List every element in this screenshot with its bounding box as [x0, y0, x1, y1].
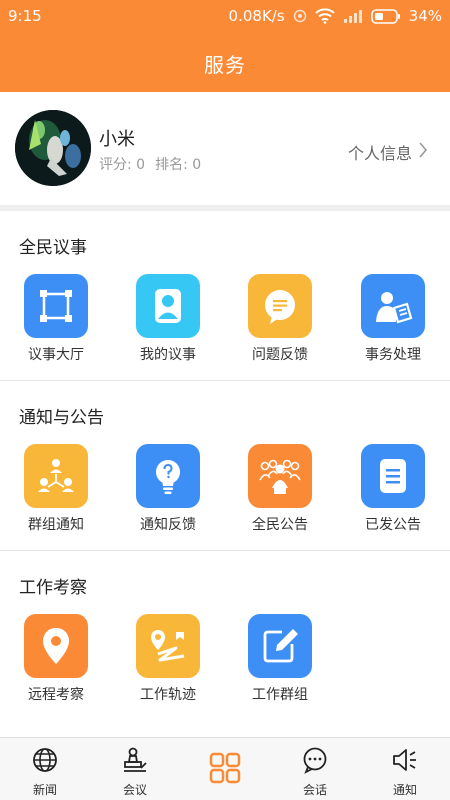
tile-label: 事务处理: [365, 347, 421, 363]
chat-bubble-icon: [303, 747, 327, 774]
battery-icon: [370, 8, 401, 24]
tile-label: 问题反馈: [252, 347, 308, 363]
tile-public-notice[interactable]: 全民公告: [230, 444, 330, 534]
route-icon: [136, 614, 200, 678]
document-icon: [361, 444, 425, 508]
tab-services[interactable]: [180, 738, 270, 800]
tile-label: 通知反馈: [140, 517, 196, 533]
tile-label: 工作群组: [252, 687, 308, 703]
user-score: 评分: 0: [99, 157, 146, 173]
tile-label: 工作轨迹: [140, 687, 196, 703]
lightbulb-question-icon: [136, 444, 200, 508]
section-title: 工作考察: [19, 578, 87, 598]
app-header: 9:15 0.08K/s 34% 服务: [0, 0, 450, 92]
tile-label: 已发公告: [365, 517, 421, 533]
user-rank: 排名: 0: [155, 157, 202, 173]
message-icon: [248, 274, 312, 338]
personal-info-link[interactable]: 个人信息: [348, 140, 428, 164]
bottom-tab-bar: 新闻 会议 会话 通知: [0, 737, 450, 800]
section-title: 全民议事: [19, 238, 87, 258]
tile-work-group[interactable]: 工作群组: [230, 614, 330, 704]
tab-label: 会议: [122, 783, 147, 797]
user-stats: 评分: 0 排名: 0: [99, 154, 211, 174]
sync-icon: [293, 9, 307, 23]
tile-discussion-hall[interactable]: 议事大厅: [6, 274, 106, 364]
network-speed: 0.08K/s: [228, 7, 285, 25]
person-icon: [136, 274, 200, 338]
tile-work-track[interactable]: 工作轨迹: [118, 614, 218, 704]
tab-news[interactable]: 新闻: [0, 738, 90, 800]
edit-icon: [248, 614, 312, 678]
globe-icon: [33, 748, 57, 772]
wifi-icon: [314, 8, 335, 24]
grid-icon: [209, 752, 241, 784]
group-network-icon: [24, 444, 88, 508]
page-title: 服务: [204, 53, 246, 77]
tile-label: 全民公告: [252, 517, 308, 533]
stamp-icon: [124, 747, 147, 772]
section-public-affairs: 全民议事 议事大厅 我的议事 问题反馈 事务处理: [0, 211, 450, 381]
tile-label: 议事大厅: [28, 347, 84, 363]
location-pin-icon: [24, 614, 88, 678]
battery-level: 34%: [408, 7, 442, 25]
crowd-icon: [248, 444, 312, 508]
person-document-icon: [361, 274, 425, 338]
user-name: 小米: [99, 129, 135, 150]
tile-label: 我的议事: [140, 347, 196, 363]
section-title: 通知与公告: [19, 408, 104, 428]
tab-meeting[interactable]: 会议: [90, 738, 180, 800]
speaker-icon: [393, 749, 416, 771]
section-work-inspection: 工作考察 远程考察 工作轨迹 工作群组: [0, 551, 450, 737]
status-indicators: 0.08K/s 34%: [229, 7, 442, 25]
tab-label: 新闻: [32, 783, 57, 797]
tab-label: 通知: [392, 783, 417, 797]
tile-label: 群组通知: [28, 517, 84, 533]
tile-label: 远程考察: [28, 687, 84, 703]
tab-chat[interactable]: 会话: [270, 738, 360, 800]
status-bar: 9:15 0.08K/s 34%: [0, 0, 450, 32]
chevron-right-icon: [418, 141, 428, 163]
personal-info-label: 个人信息: [347, 144, 412, 163]
section-notices: 通知与公告 群组通知 通知反馈 全民公告 已发公告: [0, 381, 450, 551]
avatar[interactable]: [15, 110, 91, 186]
tile-affairs-handling[interactable]: 事务处理: [343, 274, 443, 364]
tile-remote-inspection[interactable]: 远程考察: [6, 614, 106, 704]
frame-icon: [24, 274, 88, 338]
tile-notice-feedback[interactable]: 通知反馈: [118, 444, 218, 534]
tile-my-discussions[interactable]: 我的议事: [118, 274, 218, 364]
status-time: 9:15: [8, 7, 42, 25]
tile-group-notice[interactable]: 群组通知: [6, 444, 106, 534]
tab-notification[interactable]: 通知: [360, 738, 450, 800]
tile-issue-feedback[interactable]: 问题反馈: [230, 274, 330, 364]
profile-card[interactable]: 小米 评分: 0 排名: 0 个人信息: [0, 92, 450, 205]
tab-label: 会话: [302, 783, 327, 797]
tile-published-notice[interactable]: 已发公告: [343, 444, 443, 534]
signal-icon: [343, 9, 363, 23]
